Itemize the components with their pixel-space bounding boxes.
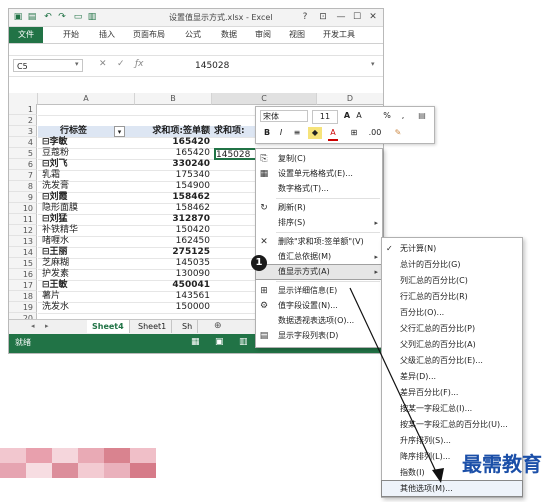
pixelated-strip	[0, 448, 156, 478]
watermark-brand: 最需教育	[462, 452, 542, 476]
callout-arrow	[349, 287, 444, 483]
